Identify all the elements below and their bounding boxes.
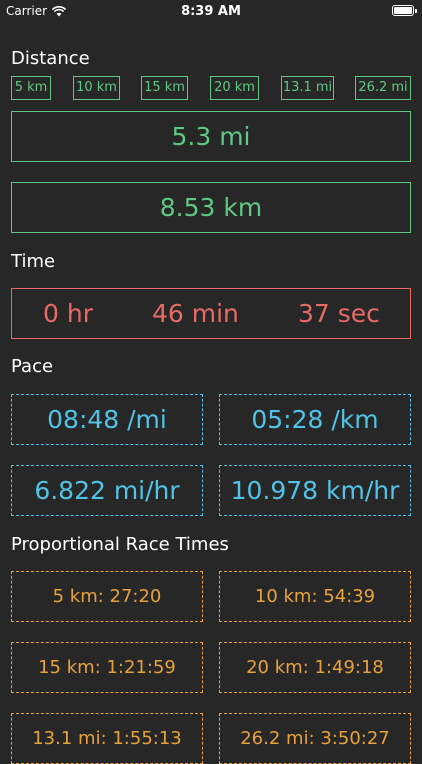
status-time: 8:39 AM: [181, 4, 241, 19]
pace-title: Pace: [11, 356, 54, 377]
distance-title: Distance: [11, 48, 90, 69]
preset-half-marathon-button[interactable]: 13.1 mi: [281, 76, 334, 100]
preset-10km-button[interactable]: 10 km: [73, 76, 120, 100]
preset-5km-button[interactable]: 5 km: [11, 76, 51, 100]
battery-icon: [392, 5, 417, 16]
time-hours[interactable]: 0 hr: [43, 289, 93, 338]
preset-15km-button[interactable]: 15 km: [141, 76, 188, 100]
distance-miles-field[interactable]: 5.3 mi: [11, 111, 411, 162]
time-minutes[interactable]: 46 min: [152, 289, 239, 338]
distance-km-field[interactable]: 8.53 km: [11, 182, 411, 233]
race-time-10km: 10 km: 54:39: [219, 571, 411, 622]
race-time-half-marathon: 13.1 mi: 1:55:13: [11, 713, 203, 764]
race-time-5km: 5 km: 27:20: [11, 571, 203, 622]
pace-per-mile-field[interactable]: 08:48 /mi: [11, 394, 203, 445]
race-times-title: Proportional Race Times: [11, 534, 229, 555]
status-bar: Carrier 8:39 AM: [0, 0, 422, 22]
race-time-15km: 15 km: 1:21:59: [11, 642, 203, 693]
preset-20km-button[interactable]: 20 km: [210, 76, 259, 100]
time-field[interactable]: 0 hr 46 min 37 sec: [11, 288, 411, 339]
race-time-20km: 20 km: 1:49:18: [219, 642, 411, 693]
speed-mph-field[interactable]: 6.822 mi/hr: [11, 465, 203, 516]
pace-per-km-field[interactable]: 05:28 /km: [219, 394, 411, 445]
race-time-marathon: 26.2 mi: 3:50:27: [219, 713, 411, 764]
time-title: Time: [11, 251, 56, 272]
time-seconds[interactable]: 37 sec: [298, 289, 380, 338]
speed-kph-field[interactable]: 10.978 km/hr: [219, 465, 411, 516]
preset-marathon-button[interactable]: 26.2 mi: [355, 76, 411, 100]
